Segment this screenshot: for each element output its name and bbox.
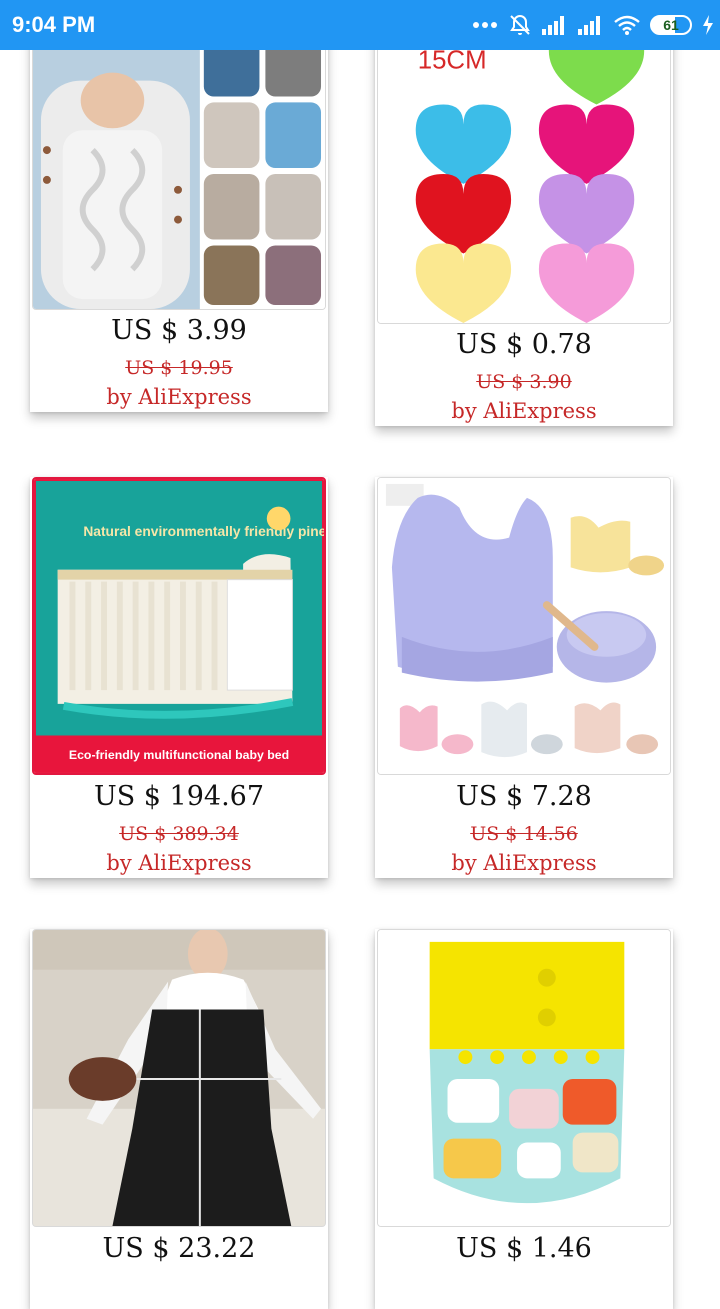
product-seller: by AliExpress [106, 851, 252, 875]
baby-sleeping-bag-image [33, 21, 325, 309]
hearts-image: 15CM [378, 21, 670, 323]
product-seller: by AliExpress [451, 399, 597, 423]
product-original-price: US $ 389.34 [119, 823, 239, 845]
product-seller: by AliExpress [451, 851, 597, 875]
product-card-baby-bed[interactable]: Natural environmentally friendly pine Ec… [30, 477, 328, 878]
image-banner: Eco-friendly multifunctional baby bed [69, 748, 289, 762]
product-image[interactable] [32, 20, 326, 310]
diaper-image [378, 930, 670, 1226]
product-card-diaper[interactable]: US $ 1.46 [375, 929, 673, 1309]
product-image[interactable]: 15CM [377, 20, 671, 324]
product-price: US $ 23.22 [102, 1233, 256, 1264]
product-card-dress[interactable]: US $ 23.22 [30, 929, 328, 1309]
product-image[interactable] [377, 929, 671, 1227]
baby-bib-image [378, 478, 670, 774]
more-dots-icon [473, 22, 497, 28]
product-price: US $ 194.67 [93, 781, 265, 812]
product-card-sleeping-bag[interactable]: US $ 3.99 US $ 19.95 by AliExpress [30, 20, 328, 412]
product-grid: US $ 3.99 US $ 19.95 by AliExpress 15CM … [0, 0, 720, 1309]
wifi-icon [614, 15, 640, 35]
product-card-hearts[interactable]: 15CM US $ 0.78 US $ 3.90 by AliExpress [375, 20, 673, 426]
product-price: US $ 1.46 [456, 1233, 592, 1264]
product-image[interactable]: Natural environmentally friendly pine Ec… [32, 477, 326, 775]
product-original-price: US $ 19.95 [125, 357, 233, 379]
image-caption: Natural environmentally friendly pine [83, 524, 324, 539]
product-price: US $ 7.28 [456, 781, 592, 812]
product-original-price: US $ 14.56 [470, 823, 578, 845]
charging-icon [703, 15, 713, 35]
status-time: 9:04 PM [12, 12, 96, 37]
image-size-label: 15CM [418, 47, 487, 75]
product-price: US $ 3.99 [111, 315, 247, 346]
battery-level: 61 [663, 17, 679, 33]
baby-crib-image: Natural environmentally friendly pine Ec… [34, 479, 324, 773]
product-image[interactable] [32, 929, 326, 1227]
mute-icon [510, 14, 530, 35]
battery-icon: 61 [650, 15, 692, 35]
status-bar: 9:04 PM 61 [0, 0, 720, 50]
status-icons: 61 [472, 11, 714, 39]
product-seller: by AliExpress [106, 385, 252, 409]
signal-icon [542, 16, 564, 35]
product-card-bib[interactable]: US $ 7.28 US $ 14.56 by AliExpress [375, 477, 673, 878]
product-original-price: US $ 3.90 [476, 371, 572, 393]
product-price: US $ 0.78 [456, 329, 592, 360]
signal-icon [578, 16, 600, 35]
dress-image [33, 930, 325, 1226]
product-image[interactable] [377, 477, 671, 775]
